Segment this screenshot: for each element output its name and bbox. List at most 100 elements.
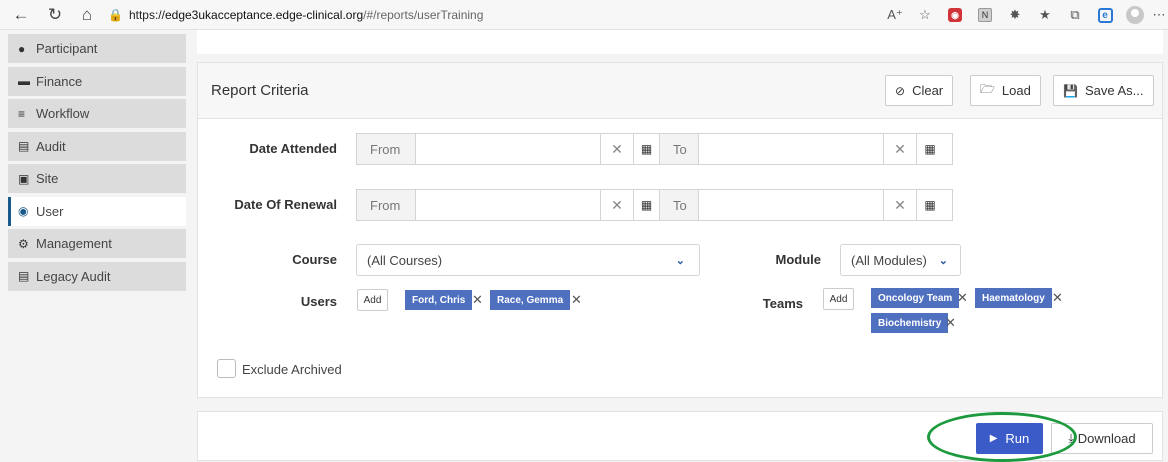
sidebar: ● Participant ▬ Finance ≡ Workflow ▤ Aud… — [8, 34, 186, 294]
module-select-value: (All Modules) — [851, 252, 927, 268]
sidebar-item-label: Participant — [36, 41, 98, 56]
chevron-down-icon: ⌄ — [938, 255, 948, 267]
list-icon: ▤ — [18, 139, 30, 153]
collections-icon[interactable]: ⧉ — [1060, 0, 1090, 30]
sidebar-item-legacy-audit[interactable]: ▤ Legacy Audit — [8, 261, 186, 291]
wallet-icon: ▬ — [18, 74, 30, 88]
team-tag: Haematology — [975, 288, 1052, 308]
sidebar-item-user[interactable]: ◉ User — [8, 196, 186, 226]
remove-tag-icon[interactable]: ✕ — [957, 290, 968, 306]
save-icon: 💾 — [1063, 83, 1078, 98]
date-renewal-to-input[interactable] — [699, 190, 884, 220]
date-attended-label: Date Attended — [249, 141, 337, 156]
clear-button-label: Clear — [912, 83, 944, 98]
chevron-down-icon: ⌄ — [675, 255, 685, 267]
remove-tag-icon[interactable]: ✕ — [571, 292, 582, 308]
calendar-icon[interactable]: ▦ — [634, 190, 660, 220]
hospital-icon: ▣ — [18, 171, 30, 186]
back-icon[interactable]: ← — [8, 2, 34, 28]
module-select[interactable]: (All Modules) ⌄ — [840, 244, 961, 276]
sidebar-item-label: Management — [36, 236, 112, 251]
folder-open-icon: 🗁 — [980, 82, 995, 96]
lock-icon: 🔒 — [108, 7, 123, 22]
user-tag: Ford, Chris — [405, 290, 473, 310]
course-select-value: (All Courses) — [367, 252, 443, 268]
edge-icon[interactable]: e — [1090, 0, 1120, 30]
favorite-add-icon[interactable]: ☆ — [910, 0, 940, 30]
team-tag: Biochemistry — [871, 313, 949, 333]
users-icon: ◉ — [18, 204, 29, 218]
sidebar-item-site[interactable]: ▣ Site — [8, 164, 186, 193]
sidebar-item-workflow[interactable]: ≡ Workflow — [8, 99, 186, 128]
sidebar-item-finance[interactable]: ▬ Finance — [8, 66, 186, 96]
clear-icon[interactable]: ✕ — [884, 190, 917, 220]
user-tag: Race, Gemma — [490, 290, 571, 310]
download-button-label: Download — [1077, 431, 1136, 446]
sidebar-item-label: Legacy Audit — [36, 268, 111, 284]
sidebar-item-management[interactable]: ⚙ Management — [8, 229, 186, 258]
report-criteria-panel: Report Criteria ⊘ Clear 🗁 Load 💾 Save As… — [197, 62, 1163, 398]
date-attended-range: From ✕ ▦ To ✕ ▦ — [356, 133, 953, 165]
to-addon: To — [660, 134, 699, 164]
remove-tag-icon[interactable]: ✕ — [1052, 290, 1063, 306]
clear-button[interactable]: ⊘ Clear — [885, 75, 954, 106]
date-renewal-range: From ✕ ▦ To ✕ ▦ — [356, 189, 953, 221]
course-label: Course — [292, 252, 337, 267]
date-attended-to-input[interactable] — [699, 134, 884, 164]
more-icon[interactable]: ⋯ — [1150, 0, 1168, 30]
page-title-strip — [197, 30, 1163, 54]
clear-icon[interactable]: ✕ — [884, 134, 917, 164]
date-renewal-from-input[interactable] — [416, 190, 601, 220]
url-text: https://edge3ukacceptance.edge-clinical.… — [128, 7, 484, 22]
ban-icon: ⊘ — [895, 83, 906, 98]
reload-icon[interactable]: ↻ — [42, 2, 68, 28]
checklist-icon: ≡ — [18, 106, 26, 121]
extensions-icon[interactable]: ✸ — [1000, 0, 1030, 30]
browser-toolbar: ← ↻ ⌂ 🔒 https://edge3ukacceptance.edge-c… — [0, 0, 1168, 30]
sidebar-item-label: Workflow — [36, 106, 90, 121]
highlight-ring — [927, 412, 1077, 462]
remove-tag-icon[interactable]: ✕ — [945, 315, 956, 331]
from-addon: From — [357, 134, 416, 164]
remove-tag-icon[interactable]: ✕ — [472, 292, 483, 308]
module-label: Module — [775, 252, 822, 267]
extension-n-icon[interactable]: N — [970, 0, 1000, 30]
sidebar-item-label: Site — [36, 171, 59, 186]
team-tag: Oncology Team — [871, 288, 960, 308]
to-addon: To — [660, 190, 699, 220]
sidebar-item-label: User — [36, 203, 64, 219]
exclude-archived-checkbox[interactable] — [217, 359, 236, 378]
sidebar-item-label: Finance — [36, 73, 83, 89]
add-user-button[interactable]: Add — [357, 289, 388, 311]
person-icon: ● — [18, 41, 26, 56]
load-button[interactable]: 🗁 Load — [970, 75, 1041, 106]
home-icon[interactable]: ⌂ — [74, 2, 100, 28]
load-button-label: Load — [1001, 83, 1031, 98]
address-bar[interactable]: 🔒 https://edge3ukacceptance.edge-clinica… — [108, 8, 483, 22]
from-addon: From — [357, 190, 416, 220]
teams-label: Teams — [762, 296, 803, 311]
users-label: Users — [300, 294, 337, 309]
add-team-button[interactable]: Add — [823, 288, 854, 310]
read-aloud-icon[interactable]: A⁺ — [880, 0, 910, 30]
sidebar-item-audit[interactable]: ▤ Audit — [8, 131, 186, 161]
date-renewal-label: Date Of Renewal — [234, 197, 337, 212]
list-icon: ▤ — [18, 269, 30, 283]
clear-icon[interactable]: ✕ — [601, 134, 634, 164]
calendar-icon[interactable]: ▦ — [634, 134, 660, 164]
clear-icon[interactable]: ✕ — [601, 190, 634, 220]
favorites-icon[interactable]: ★ — [1030, 0, 1060, 30]
profile-icon[interactable] — [1120, 0, 1150, 30]
sidebar-item-participant[interactable]: ● Participant — [8, 34, 186, 63]
panel-title: Report Criteria — [211, 82, 309, 99]
panel-header: Report Criteria ⊘ Clear 🗁 Load 💾 Save As… — [198, 63, 1162, 119]
course-select[interactable]: (All Courses) ⌄ — [356, 244, 700, 276]
extension-icon[interactable]: ◉ — [940, 0, 970, 30]
save-as-button-label: Save As... — [1084, 83, 1144, 98]
save-as-button[interactable]: 💾 Save As... — [1053, 75, 1154, 106]
calendar-icon[interactable]: ▦ — [917, 190, 943, 220]
cog-icon: ⚙ — [18, 236, 29, 251]
sidebar-item-label: Audit — [36, 138, 66, 154]
date-attended-from-input[interactable] — [416, 134, 601, 164]
calendar-icon[interactable]: ▦ — [917, 134, 943, 164]
